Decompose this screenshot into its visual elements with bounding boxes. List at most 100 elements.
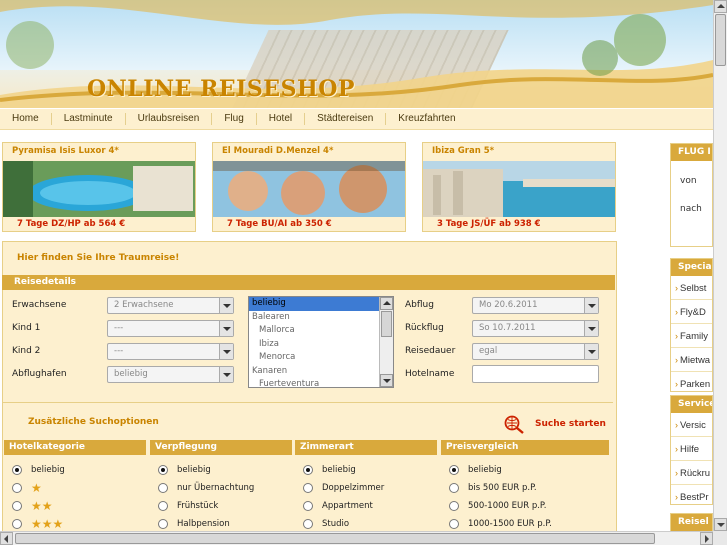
scroll-thumb[interactable]	[715, 14, 726, 66]
teaser-offer[interactable]: 7 Tage BU/AI ab 350 €	[227, 219, 332, 229]
nav-hotel[interactable]: Hotel	[257, 113, 306, 125]
filter-option[interactable]: Studio	[303, 518, 349, 530]
teaser-image-pool[interactable]	[3, 161, 195, 217]
page-vertical-scrollbar[interactable]	[713, 0, 727, 531]
filter-option[interactable]: Frühstück	[158, 500, 218, 512]
hotelname-input[interactable]	[472, 365, 599, 383]
filter-option[interactable]: Appartment	[303, 500, 373, 512]
departure-select[interactable]: Mo 20.6.2011	[472, 297, 599, 314]
radio-button[interactable]	[449, 483, 459, 493]
teaser-offer[interactable]: 7 Tage DZ/HP ab 564 €	[17, 219, 125, 229]
child1-label: Kind 1	[12, 323, 41, 333]
sidebar-link[interactable]: › Hilfe	[671, 437, 712, 461]
filter-option[interactable]: 1000-1500 EUR p.P.	[449, 518, 552, 530]
teaser-title[interactable]: Ibiza Gran 5*	[432, 146, 494, 156]
scroll-thumb[interactable]	[15, 533, 655, 544]
filter-option[interactable]: ★	[12, 482, 42, 494]
child1-value: ---	[114, 323, 124, 333]
sidebar-link[interactable]: › Fly&D	[671, 300, 712, 324]
scroll-right-icon[interactable]	[700, 532, 713, 545]
sidebar-link[interactable]: › Parken	[671, 372, 712, 391]
search-submit-button[interactable]: Suche starten	[503, 412, 606, 436]
nav-urlaubsreisen[interactable]: Urlaubsreisen	[126, 113, 213, 125]
filter-option[interactable]: 500-1000 EUR p.P.	[449, 500, 546, 512]
nav-home[interactable]: Home	[0, 113, 52, 125]
sidebar-link[interactable]: › BestPr	[671, 485, 712, 504]
destination-option[interactable]: Mallorca	[249, 324, 393, 338]
radio-button[interactable]	[303, 483, 313, 493]
scroll-down-icon[interactable]	[380, 374, 393, 387]
filter-option[interactable]: nur Übernachtung	[158, 482, 254, 494]
page-horizontal-scrollbar[interactable]	[0, 531, 713, 545]
hotel-teaser[interactable]: El Mouradi D.Menzel 4* 7 Tage BU/AI ab 3…	[212, 142, 406, 232]
scroll-thumb[interactable]	[381, 311, 392, 337]
nav-staedtereisen[interactable]: Städtereisen	[305, 113, 387, 125]
bullet-icon: ›	[675, 355, 678, 365]
filter-option[interactable]: ★ ★	[12, 500, 53, 512]
radio-button[interactable]	[303, 465, 313, 475]
sidebar-link[interactable]: › Family	[671, 324, 712, 348]
filter-option[interactable]: bis 500 EUR p.P.	[449, 482, 537, 494]
filter-option-label: Appartment	[322, 501, 373, 511]
airport-select[interactable]: beliebig	[107, 366, 234, 383]
radio-button[interactable]	[449, 465, 459, 475]
bullet-icon: ›	[675, 468, 678, 478]
teaser-offer[interactable]: 3 Tage JS/ÜF ab 938 €	[437, 219, 541, 229]
extra-options-title: Zusätzliche Suchoptionen	[28, 417, 159, 427]
scroll-left-icon[interactable]	[0, 532, 13, 545]
sidebar-link[interactable]: › Versic	[671, 413, 712, 437]
nav-kreuzfahrten[interactable]: Kreuzfahrten	[386, 113, 467, 125]
teaser-title[interactable]: Pyramisa Isis Luxor 4*	[12, 146, 119, 156]
radio-button[interactable]	[12, 465, 22, 475]
duration-select[interactable]: egal	[472, 343, 599, 360]
return-select[interactable]: So 10.7.2011	[472, 320, 599, 337]
sidebar-link[interactable]: › Mietwa	[671, 348, 712, 372]
scroll-up-icon[interactable]	[380, 297, 393, 310]
destination-option[interactable]: Fuerteventura	[249, 378, 393, 387]
nav-flug[interactable]: Flug	[212, 113, 257, 125]
divider	[2, 402, 613, 403]
airport-label: Abflughafen	[12, 369, 67, 379]
radio-button[interactable]	[158, 483, 168, 493]
hotel-teaser[interactable]: Ibiza Gran 5* 3 Tage JS/ÜF ab 938 €	[422, 142, 616, 232]
filter-option[interactable]: beliebig	[12, 464, 65, 476]
radio-button[interactable]	[158, 519, 168, 529]
adults-select[interactable]: 2 Erwachsene	[107, 297, 234, 314]
filter-option[interactable]: beliebig	[449, 464, 502, 476]
radio-button[interactable]	[303, 501, 313, 511]
destination-option[interactable]: Kanaren	[249, 365, 393, 379]
filter-option[interactable]: ★ ★ ★	[12, 518, 63, 530]
filter-option[interactable]: Doppelzimmer	[303, 482, 384, 494]
destination-option[interactable]: Balearen	[249, 311, 393, 325]
child1-select[interactable]: ---	[107, 320, 234, 337]
filter-option[interactable]: Halbpension	[158, 518, 230, 530]
sidebar-link[interactable]: › Rückru	[671, 461, 712, 485]
destination-option[interactable]: beliebig	[249, 297, 393, 311]
chevron-down-icon	[219, 321, 233, 336]
scroll-down-icon[interactable]	[714, 518, 727, 531]
destination-listbox[interactable]: beliebig Balearen Mallorca Ibiza Menorca Kana…	[248, 296, 394, 388]
scroll-up-icon[interactable]	[714, 0, 727, 13]
teaser-image-coast[interactable]	[423, 161, 615, 217]
radio-button[interactable]	[449, 519, 459, 529]
hotel-teaser[interactable]: Pyramisa Isis Luxor 4* 7 Tage DZ/HP ab 5…	[2, 142, 196, 232]
filter-option[interactable]: beliebig	[158, 464, 211, 476]
filter-option[interactable]: beliebig	[303, 464, 356, 476]
radio-button[interactable]	[158, 501, 168, 511]
nav-lastminute[interactable]: Lastminute	[52, 113, 126, 125]
destination-option[interactable]: Ibiza	[249, 338, 393, 352]
sidebar-link[interactable]: › Selbst	[671, 276, 712, 300]
radio-button[interactable]	[12, 483, 22, 493]
destination-option[interactable]: Menorca	[249, 351, 393, 365]
child2-select[interactable]: ---	[107, 343, 234, 360]
chevron-down-icon	[584, 321, 598, 336]
radio-button[interactable]	[12, 501, 22, 511]
radio-button[interactable]	[12, 519, 22, 529]
radio-button[interactable]	[449, 501, 459, 511]
radio-button[interactable]	[158, 465, 168, 475]
listbox-scrollbar[interactable]	[379, 297, 393, 387]
site-logo[interactable]: ONLINE REISESHOP	[87, 76, 355, 102]
teaser-title[interactable]: El Mouradi D.Menzel 4*	[222, 146, 333, 156]
teaser-image-family[interactable]	[213, 161, 405, 217]
radio-button[interactable]	[303, 519, 313, 529]
